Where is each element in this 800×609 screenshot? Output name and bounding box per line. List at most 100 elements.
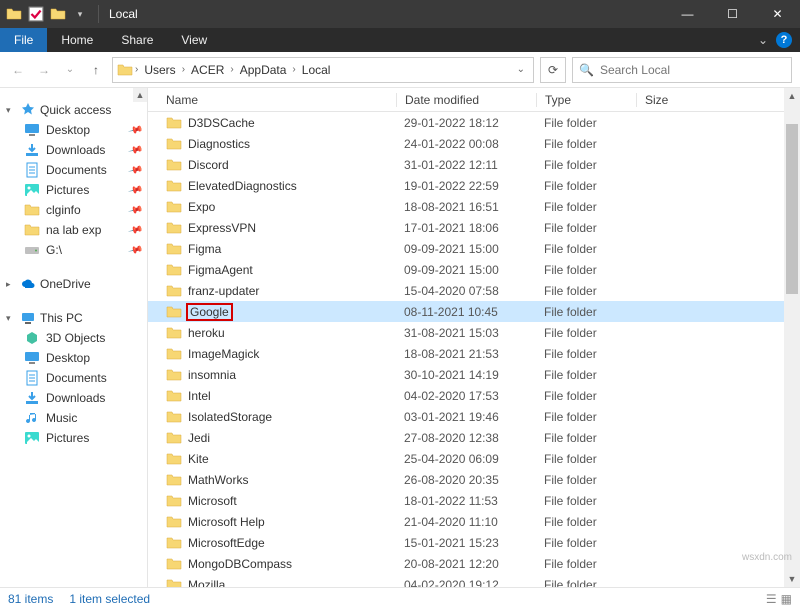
column-date[interactable]: Date modified: [396, 93, 536, 107]
crumb-0[interactable]: Users: [140, 63, 179, 77]
folder-icon: [166, 556, 182, 572]
quick-access-item[interactable]: Downloads📌: [0, 140, 147, 160]
column-name[interactable]: Name: [166, 93, 396, 107]
chevron-right-icon[interactable]: ›: [133, 64, 140, 75]
file-date: 04-02-2020 19:12: [396, 578, 536, 588]
file-tab[interactable]: File: [0, 28, 47, 52]
back-button[interactable]: ←: [8, 60, 28, 80]
desktop-icon: [24, 350, 40, 366]
quick-access-item[interactable]: clginfo📌: [0, 200, 147, 220]
crumb-3[interactable]: Local: [298, 63, 335, 77]
file-row[interactable]: Intel04-02-2020 17:53File folder: [148, 385, 800, 406]
chevron-right-icon[interactable]: ›: [290, 64, 297, 75]
chevron-right-icon[interactable]: ›: [228, 64, 235, 75]
address-dropdown-icon[interactable]: ⌄: [517, 64, 525, 75]
this-pc-item[interactable]: 3D Objects: [0, 328, 147, 348]
file-row[interactable]: franz-updater15-04-2020 07:58File folder: [148, 280, 800, 301]
column-size[interactable]: Size: [636, 93, 716, 107]
search-box[interactable]: 🔍: [572, 57, 792, 83]
tab-home[interactable]: Home: [47, 28, 107, 52]
maximize-button[interactable]: ☐: [710, 0, 755, 28]
this-pc-header[interactable]: ▾ This PC: [0, 308, 147, 328]
pin-icon: 📌: [127, 202, 143, 218]
folder-icon: [166, 136, 182, 152]
qatoolbar-dropdown-icon[interactable]: ▾: [72, 6, 88, 22]
chevron-right-icon[interactable]: ▸: [6, 279, 16, 290]
file-row[interactable]: Mozilla04-02-2020 19:12File folder: [148, 574, 800, 587]
forward-button[interactable]: →: [34, 60, 54, 80]
folder-icon: [166, 199, 182, 215]
quick-access-item[interactable]: G:\📌: [0, 240, 147, 260]
file-type: File folder: [536, 137, 636, 151]
chevron-down-icon[interactable]: ▾: [6, 313, 16, 324]
recent-dropdown-icon[interactable]: ⌄: [60, 60, 80, 80]
details-view-icon[interactable]: ☰: [766, 592, 777, 606]
file-name: D3DSCache: [188, 116, 255, 130]
scroll-up-icon[interactable]: ▲: [133, 88, 147, 102]
quick-access-item[interactable]: Documents📌: [0, 160, 147, 180]
file-row[interactable]: D3DSCache29-01-2022 18:12File folder: [148, 112, 800, 133]
file-row[interactable]: Microsoft Help21-04-2020 11:10File folde…: [148, 511, 800, 532]
file-row[interactable]: Google08-11-2021 10:45File folder: [148, 301, 800, 322]
onedrive-header[interactable]: ▸ OneDrive: [0, 274, 147, 294]
address-bar[interactable]: › Users › ACER › AppData › Local ⌄: [112, 57, 534, 83]
folder-icon: [166, 430, 182, 446]
pin-icon: 📌: [127, 142, 143, 158]
minimize-button[interactable]: —: [665, 0, 710, 28]
file-type: File folder: [536, 263, 636, 277]
checkbox-icon[interactable]: [28, 6, 44, 22]
file-row[interactable]: Expo18-08-2021 16:51File folder: [148, 196, 800, 217]
file-row[interactable]: ElevatedDiagnostics19-01-2022 22:59File …: [148, 175, 800, 196]
this-pc-item[interactable]: Music: [0, 408, 147, 428]
search-input[interactable]: [600, 63, 785, 77]
file-row[interactable]: Kite25-04-2020 06:09File folder: [148, 448, 800, 469]
file-row[interactable]: ExpressVPN17-01-2021 18:06File folder: [148, 217, 800, 238]
thumbnails-view-icon[interactable]: ▦: [781, 592, 792, 606]
file-row[interactable]: Figma09-09-2021 15:00File folder: [148, 238, 800, 259]
file-date: 31-08-2021 15:03: [396, 326, 536, 340]
crumb-2[interactable]: AppData: [236, 63, 291, 77]
scroll-down-icon[interactable]: ▼: [784, 571, 800, 587]
file-date: 19-01-2022 22:59: [396, 179, 536, 193]
file-row[interactable]: Microsoft18-01-2022 11:53File folder: [148, 490, 800, 511]
chevron-right-icon[interactable]: ›: [180, 64, 187, 75]
quick-access-item[interactable]: Pictures📌: [0, 180, 147, 200]
quick-access-item[interactable]: Desktop📌: [0, 120, 147, 140]
chevron-down-icon[interactable]: ▾: [6, 105, 16, 116]
window-title: Local: [103, 7, 138, 21]
file-name: Discord: [188, 158, 229, 172]
scroll-up-icon[interactable]: ▲: [784, 88, 800, 104]
tab-view[interactable]: View: [167, 28, 221, 52]
up-button[interactable]: ↑: [86, 60, 106, 80]
refresh-button[interactable]: ⟳: [540, 57, 566, 83]
file-row[interactable]: FigmaAgent09-09-2021 15:00File folder: [148, 259, 800, 280]
quick-access-header[interactable]: ▾ Quick access: [0, 100, 147, 120]
column-type[interactable]: Type: [536, 93, 636, 107]
nav-item-label: Desktop: [46, 351, 90, 365]
ribbon-expand-icon[interactable]: ⌄: [758, 33, 768, 47]
nav-item-label: na lab exp: [46, 223, 101, 237]
file-row[interactable]: IsolatedStorage03-01-2021 19:46File fold…: [148, 406, 800, 427]
file-date: 20-08-2021 12:20: [396, 557, 536, 571]
file-row[interactable]: heroku31-08-2021 15:03File folder: [148, 322, 800, 343]
file-row[interactable]: MicrosoftEdge15-01-2021 15:23File folder: [148, 532, 800, 553]
this-pc-item[interactable]: Desktop: [0, 348, 147, 368]
file-type: File folder: [536, 305, 636, 319]
this-pc-item[interactable]: Downloads: [0, 388, 147, 408]
this-pc-item[interactable]: Documents: [0, 368, 147, 388]
quick-access-item[interactable]: na lab exp📌: [0, 220, 147, 240]
close-button[interactable]: ✕: [755, 0, 800, 28]
crumb-1[interactable]: ACER: [187, 63, 228, 77]
tab-share[interactable]: Share: [107, 28, 167, 52]
file-row[interactable]: ImageMagick18-08-2021 21:53File folder: [148, 343, 800, 364]
file-row[interactable]: MathWorks26-08-2020 20:35File folder: [148, 469, 800, 490]
vertical-scrollbar[interactable]: ▲ ▼: [784, 88, 800, 587]
file-row[interactable]: insomnia30-10-2021 14:19File folder: [148, 364, 800, 385]
this-pc-item[interactable]: Pictures: [0, 428, 147, 448]
help-button[interactable]: ?: [776, 32, 792, 48]
scrollbar-thumb[interactable]: [786, 124, 798, 294]
file-row[interactable]: Jedi27-08-2020 12:38File folder: [148, 427, 800, 448]
file-row[interactable]: MongoDBCompass20-08-2021 12:20File folde…: [148, 553, 800, 574]
file-row[interactable]: Diagnostics24-01-2022 00:08File folder: [148, 133, 800, 154]
file-row[interactable]: Discord31-01-2022 12:11File folder: [148, 154, 800, 175]
